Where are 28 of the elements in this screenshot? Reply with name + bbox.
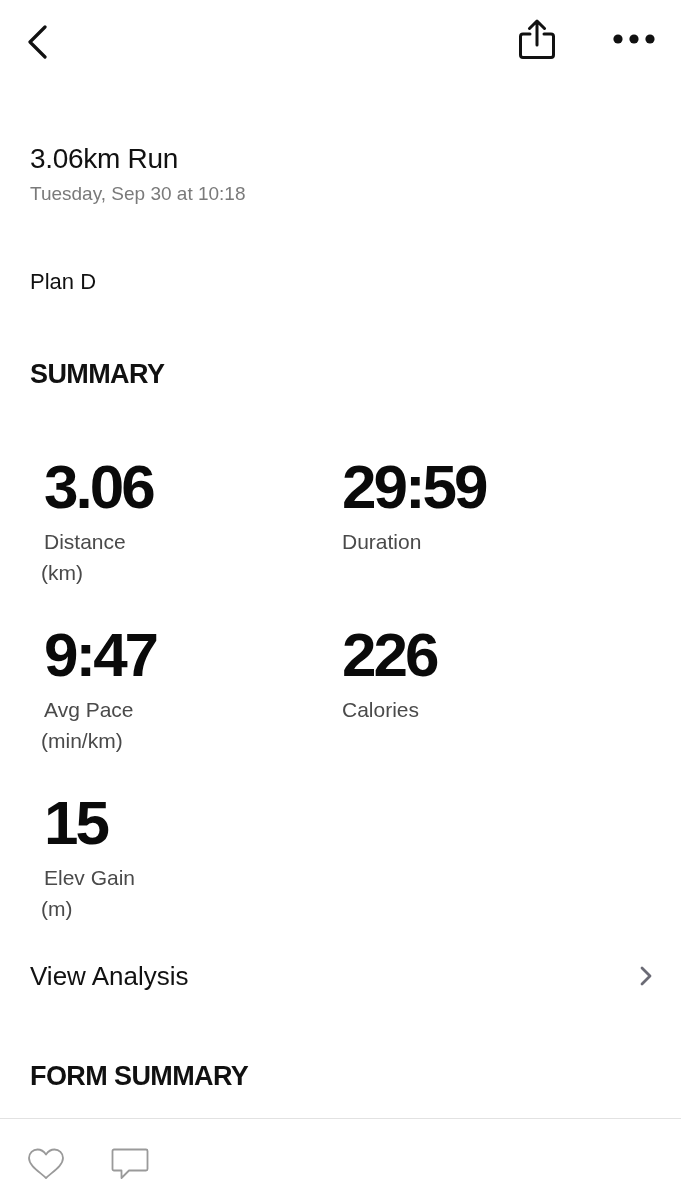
more-icon bbox=[613, 34, 655, 44]
stat-label: Duration bbox=[342, 529, 422, 555]
like-button[interactable] bbox=[27, 1148, 65, 1180]
stat-value: 29:59 bbox=[342, 456, 486, 518]
stat-value: 9:47 bbox=[44, 624, 157, 686]
stat-unit: (min/km) bbox=[41, 728, 123, 754]
plan-name: Plan D bbox=[30, 268, 97, 296]
section-heading: SUMMARY bbox=[30, 358, 165, 390]
share-icon bbox=[519, 19, 555, 59]
stat-label: Distance bbox=[44, 529, 126, 555]
view-analysis-link[interactable]: View Analysis bbox=[30, 952, 653, 1000]
stat-value: 15 bbox=[44, 792, 107, 854]
comment-button[interactable] bbox=[111, 1148, 149, 1180]
share-button[interactable] bbox=[519, 19, 555, 59]
heart-icon bbox=[27, 1148, 65, 1180]
stat-unit: (km) bbox=[41, 560, 83, 586]
stat-unit: (m) bbox=[41, 896, 73, 922]
stat-value: 226 bbox=[342, 624, 437, 686]
more-button[interactable] bbox=[613, 34, 655, 44]
activity-date: Tuesday, Sep 30 at 10:18 bbox=[30, 182, 246, 206]
speech-bubble-icon bbox=[111, 1148, 149, 1180]
stat-label: Elev Gain bbox=[44, 865, 136, 891]
stat-label: Calories bbox=[342, 697, 420, 723]
chevron-right-icon bbox=[639, 965, 653, 987]
stat-value: 3.06 bbox=[44, 456, 153, 518]
section-heading: FORM SUMMARY bbox=[30, 1060, 249, 1092]
activity-title: 3.06km Run bbox=[30, 142, 178, 176]
stat-label: Avg Pace bbox=[44, 697, 134, 723]
